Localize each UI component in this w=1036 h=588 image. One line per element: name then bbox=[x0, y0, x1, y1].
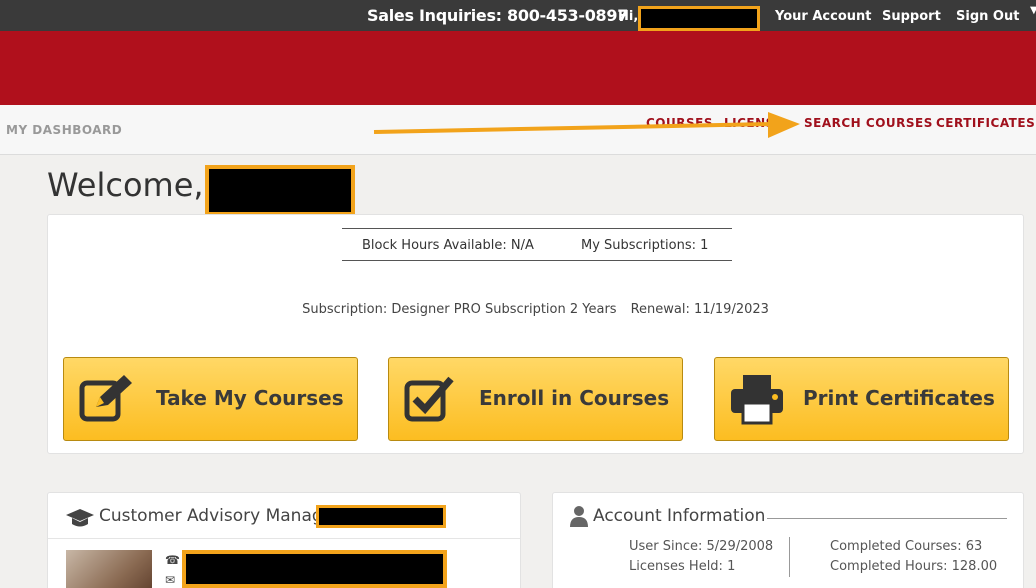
block-hours: Block Hours Available: N/A bbox=[362, 238, 534, 253]
email-icon: ✉ bbox=[165, 573, 176, 587]
user-icon bbox=[570, 506, 588, 527]
top-bar: Sales Inquiries: 800-453-0897 Hi, Your A… bbox=[0, 0, 1036, 31]
dropdown-icon[interactable]: ▼ bbox=[1030, 5, 1036, 16]
phone-icon: ☎ bbox=[165, 553, 180, 567]
edit-icon bbox=[79, 375, 132, 422]
redacted-contact-info bbox=[182, 550, 447, 588]
checkbox-icon bbox=[404, 376, 454, 422]
welcome-heading: Welcome, bbox=[47, 166, 204, 204]
your-account-link[interactable]: Your Account bbox=[775, 9, 871, 24]
printer-icon bbox=[731, 375, 783, 425]
print-certificates-label: Print Certificates bbox=[803, 386, 995, 410]
print-certificates-button[interactable]: Print Certificates bbox=[714, 357, 1009, 441]
account-card: Account Information User Since: 5/29/200… bbox=[552, 492, 1024, 588]
enroll-in-courses-label: Enroll in Courses bbox=[479, 386, 670, 410]
greeting: Hi, bbox=[618, 9, 639, 24]
redacted-manager-name bbox=[316, 505, 446, 528]
nav-certificates[interactable]: CERTIFICATES bbox=[936, 116, 1035, 130]
brand-banner bbox=[0, 31, 1036, 105]
advisory-card: Customer Advisory Manager: ☎ ✉ bbox=[47, 492, 521, 588]
take-my-courses-button[interactable]: Take My Courses bbox=[63, 357, 358, 441]
enroll-in-courses-button[interactable]: Enroll in Courses bbox=[388, 357, 683, 441]
nav-search-courses[interactable]: SEARCH COURSES bbox=[804, 116, 933, 130]
sign-out-link[interactable]: Sign Out bbox=[956, 9, 1019, 24]
stats-row: Block Hours Available: N/A My Subscripti… bbox=[342, 228, 732, 261]
subscription-renewal: Renewal: 11/19/2023 bbox=[630, 302, 769, 317]
graduation-cap-icon bbox=[66, 509, 94, 527]
completed-hours: Completed Hours: 128.00 bbox=[830, 559, 998, 574]
avatar bbox=[66, 550, 152, 588]
sales-inquiries: Sales Inquiries: 800-453-0897 bbox=[367, 6, 629, 25]
subscription-name: Subscription: Designer PRO Subscription … bbox=[302, 302, 617, 317]
completed-courses: Completed Courses: 63 bbox=[830, 539, 983, 554]
account-title: Account Information bbox=[593, 506, 766, 526]
my-dashboard-link[interactable]: MY DASHBOARD bbox=[6, 123, 122, 137]
take-my-courses-label: Take My Courses bbox=[156, 386, 344, 410]
redacted-username bbox=[638, 6, 760, 31]
redacted-welcome-name bbox=[205, 165, 355, 216]
user-since: User Since: 5/29/2008 bbox=[629, 539, 774, 554]
support-link[interactable]: Support bbox=[882, 9, 941, 24]
subscription-line: Subscription: Designer PRO Subscription … bbox=[48, 302, 1023, 317]
licenses-held: Licenses Held: 1 bbox=[629, 559, 736, 574]
annotation-arrow bbox=[373, 112, 800, 138]
my-subscriptions: My Subscriptions: 1 bbox=[581, 238, 709, 253]
advisory-title: Customer Advisory Manager: bbox=[99, 506, 346, 526]
dashboard-card: Block Hours Available: N/A My Subscripti… bbox=[47, 214, 1024, 454]
